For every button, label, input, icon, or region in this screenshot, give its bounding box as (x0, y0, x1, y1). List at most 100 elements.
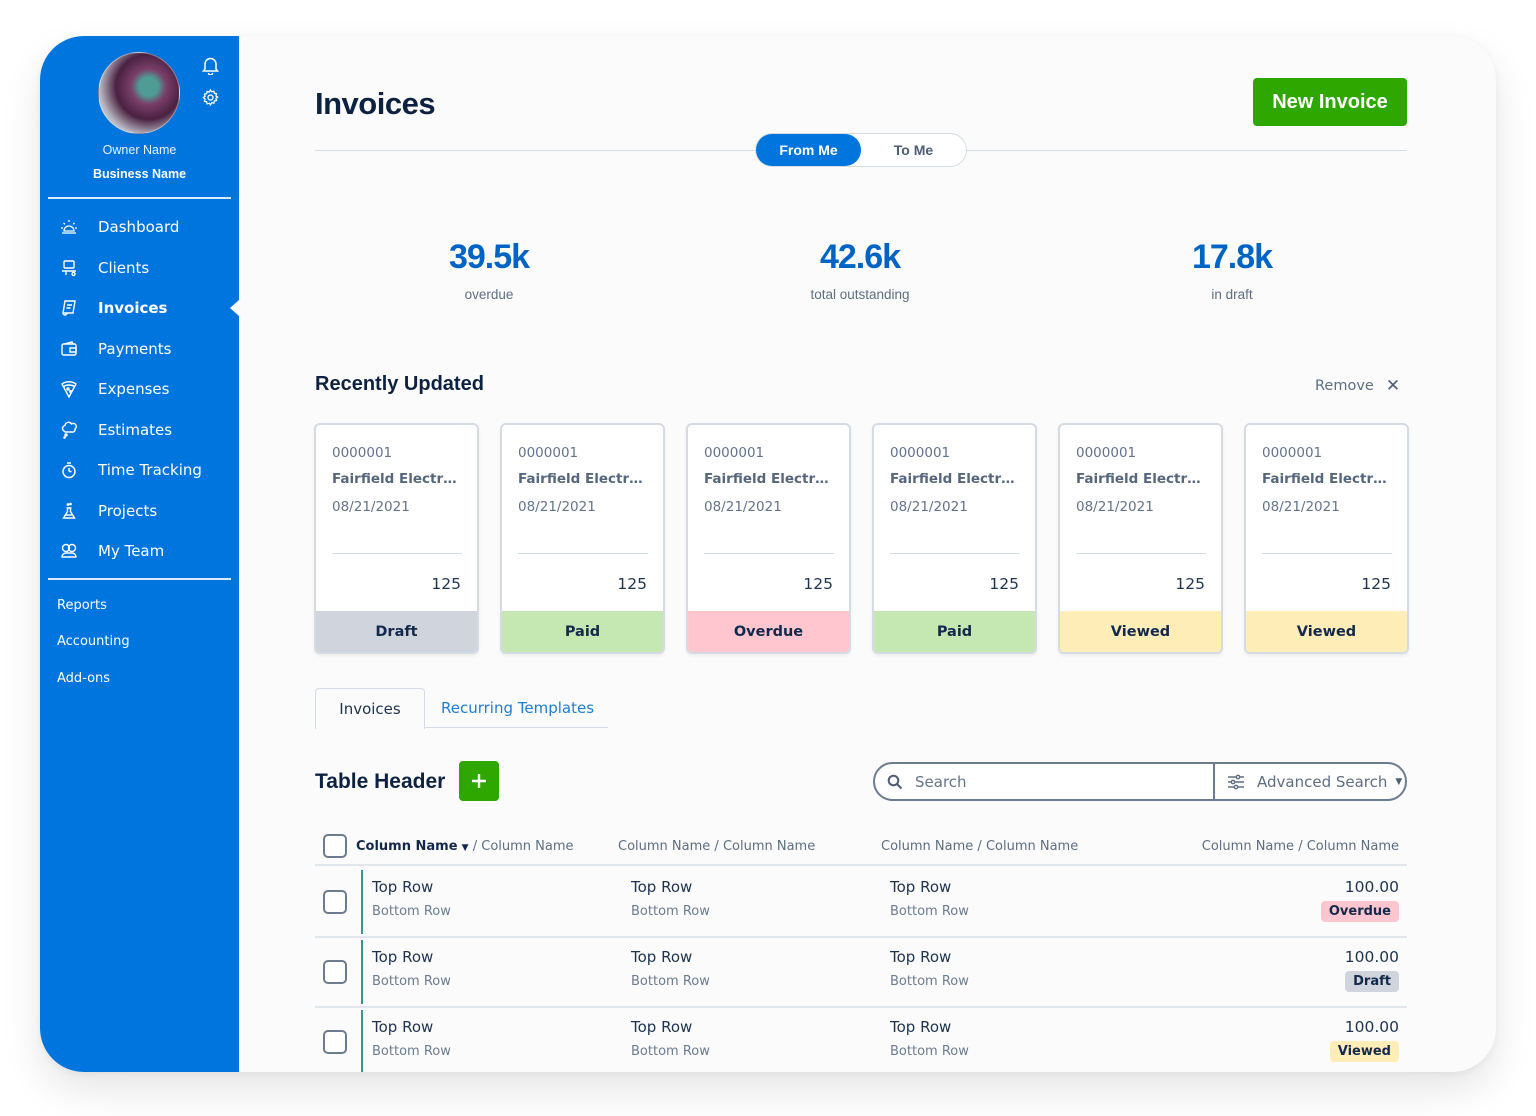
sidebar-item-my-team[interactable]: My Team (40, 531, 239, 572)
table-cell: Top Row Bottom Row (890, 948, 969, 989)
sidebar-item-payments[interactable]: Payments (40, 329, 239, 370)
caret-down-icon: ▼ (1395, 776, 1403, 787)
invoice-card[interactable]: 0000001 Fairfield Electroni... 08/21/2021 1… (1058, 423, 1223, 654)
toggle-from-me[interactable]: From Me (756, 134, 861, 166)
card-divider (704, 553, 834, 554)
column-secondary: Column Name (1306, 839, 1399, 854)
cell-bottom: Bottom Row (372, 904, 451, 919)
cell-top: Top Row (631, 948, 693, 966)
column-header-1[interactable]: Column Name ▼ / Column Name (356, 839, 574, 854)
column-secondary: Column Name (481, 839, 574, 854)
stat-overdue[interactable]: 39.5k overdue (389, 238, 589, 302)
sidebar-item-label: Estimates (98, 420, 173, 439)
sliders-icon (1228, 774, 1244, 789)
toggle-to-me[interactable]: To Me (861, 134, 966, 166)
status-badge: Viewed (1329, 1041, 1399, 1062)
invoice-date: 08/21/2021 (704, 499, 782, 515)
avatar[interactable] (98, 52, 180, 134)
sidebar-item-estimates[interactable]: Estimates (40, 410, 239, 451)
status-badge: Draft (1345, 971, 1399, 992)
stat-total-outstanding[interactable]: 42.6k total outstanding (760, 238, 960, 302)
recently-updated-title: Recently Updated (315, 373, 484, 395)
select-all-checkbox[interactable] (323, 834, 347, 858)
column-primary: Column Name (618, 839, 711, 854)
sidebar-item-clients[interactable]: Clients (40, 248, 239, 289)
sidebar: Owner Name Business Name Dashboard Clien… (40, 36, 239, 1072)
stopwatch-icon (60, 461, 78, 479)
sidebar-link-add-ons[interactable]: Add-ons (57, 669, 130, 705)
cell-bottom: Bottom Row (631, 974, 710, 989)
table-row[interactable]: Top Row Bottom Row Top Row Bottom Row Top Ro… (315, 1008, 1407, 1072)
stat-in-draft[interactable]: 17.8k in draft (1132, 238, 1332, 302)
direction-toggle: From Me To Me (755, 133, 967, 167)
invoice-date: 08/21/2021 (518, 499, 596, 515)
stat-label: total outstanding (810, 287, 910, 302)
sidebar-item-time-tracking[interactable]: Time Tracking (40, 450, 239, 491)
table-cell: Top Row Bottom Row (631, 948, 710, 989)
status-badge: Paid (874, 611, 1035, 652)
cell-bottom: Bottom Row (631, 1044, 710, 1059)
client-name: Fairfield Electroni... (518, 471, 650, 487)
sidebar-item-label: Invoices (98, 299, 168, 318)
table-cell: Top Row Bottom Row (631, 878, 710, 919)
main-content: Invoices New Invoice From Me To Me 39.5k… (239, 36, 1496, 1072)
sidebar-item-label: Time Tracking (98, 461, 202, 480)
remove-button[interactable]: Remove ✕ (1315, 376, 1400, 396)
sidebar-link-accounting[interactable]: Accounting (57, 632, 130, 668)
card-divider (332, 553, 462, 554)
sidebar-item-dashboard[interactable]: Dashboard (40, 207, 239, 248)
column-secondary: Column Name (722, 839, 816, 854)
invoice-card[interactable]: 0000001 Fairfield Electroni... 08/21/2021 1… (872, 423, 1037, 654)
notifications-button[interactable] (200, 55, 220, 75)
table-row[interactable]: Top Row Bottom Row Top Row Bottom Row Top Ro… (315, 938, 1407, 1008)
invoice-card[interactable]: 0000001 Fairfield Electroni... 08/21/2021 1… (1244, 423, 1409, 654)
bell-icon (201, 57, 219, 75)
sidebar-item-label: Dashboard (98, 218, 180, 237)
invoice-card[interactable]: 0000001 Fairfield Electroni... 08/21/2021 1… (314, 423, 479, 654)
table-row[interactable]: Top Row Bottom Row Top Row Bottom Row Top Ro… (315, 868, 1407, 938)
row-checkbox[interactable] (323, 890, 347, 914)
row-checkbox[interactable] (323, 1030, 347, 1054)
row-accent-bar (361, 940, 363, 1004)
invoice-amount: 125 (803, 575, 833, 593)
table-title: Table Header (315, 770, 446, 793)
invoice-card[interactable]: 0000001 Fairfield Electroni... 08/21/2021 1… (500, 423, 665, 654)
sidebar-item-expenses[interactable]: Expenses (40, 369, 239, 410)
sidebar-link-reports[interactable]: Reports (57, 596, 130, 632)
sidebar-item-invoices[interactable]: Invoices (40, 288, 239, 329)
advanced-search-label: Advanced Search (1257, 772, 1388, 791)
column-header-3[interactable]: Column Name / Column Name (881, 839, 1078, 854)
cell-top: Top Row (631, 878, 693, 896)
invoice-card[interactable]: 0000001 Fairfield Electroni... 08/21/2021 1… (686, 423, 851, 654)
settings-button[interactable] (200, 87, 220, 107)
invoice-amount: 125 (1175, 575, 1205, 593)
tab-invoices[interactable]: Invoices (315, 688, 425, 729)
tab-recurring-templates[interactable]: Recurring Templates (441, 688, 594, 728)
add-row-button[interactable] (459, 761, 499, 801)
table-cell: Top Row Bottom Row (372, 1018, 451, 1059)
column-header-2[interactable]: Column Name / Column Name (618, 839, 815, 854)
search-input[interactable] (915, 772, 1195, 791)
row-amount: 100.00 (1344, 878, 1399, 896)
advanced-search-dropdown[interactable]: Advanced Search ▼ (1215, 764, 1405, 799)
column-header-4[interactable]: Column Name / Column Name (1202, 839, 1399, 854)
column-primary: Column Name (1201, 839, 1295, 854)
sun-dashboard-icon (60, 218, 78, 236)
sidebar-divider (48, 197, 231, 199)
column-primary: Column Name (356, 839, 458, 854)
cell-top: Top Row (372, 1018, 434, 1036)
cell-bottom: Bottom Row (372, 974, 451, 989)
invoice-number: 0000001 (704, 445, 765, 461)
row-checkbox[interactable] (323, 960, 347, 984)
client-name: Fairfield Electroni... (1262, 471, 1394, 487)
sort-caret-icon: ▼ (461, 843, 469, 853)
client-name: Fairfield Electroni... (332, 471, 464, 487)
plus-icon (472, 774, 486, 788)
invoice-number: 0000001 (518, 445, 579, 461)
stat-label: overdue (464, 287, 514, 302)
card-divider (1076, 553, 1206, 554)
invoice-amount: 125 (1361, 575, 1391, 593)
new-invoice-button[interactable]: New Invoice (1253, 78, 1407, 126)
status-badge: Paid (502, 611, 663, 652)
sidebar-item-projects[interactable]: Projects (40, 491, 239, 532)
